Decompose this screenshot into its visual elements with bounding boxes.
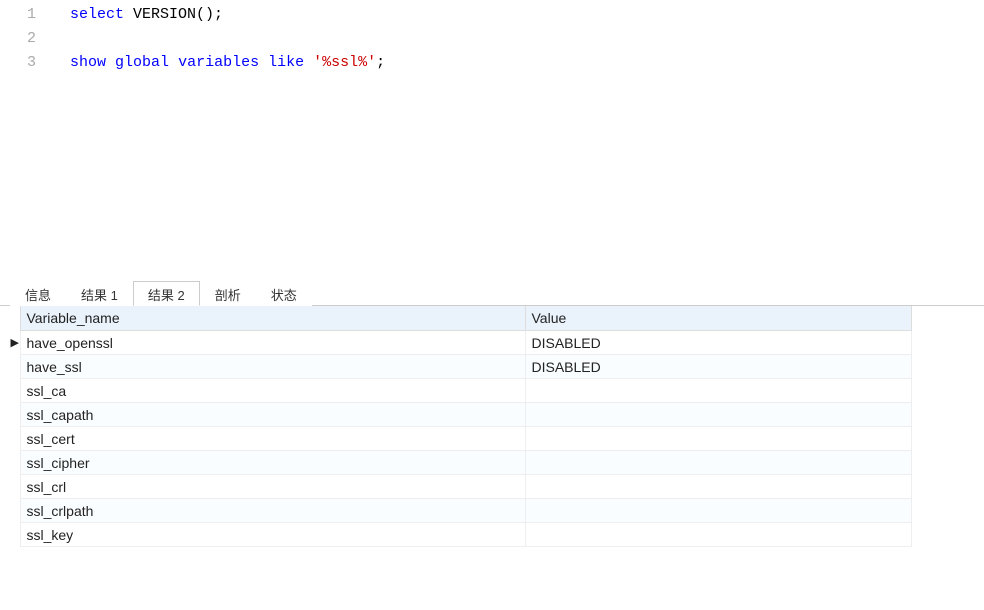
tab-3[interactable]: 剖析 (200, 281, 256, 306)
code-line[interactable]: show global variables like '%ssl%'; (70, 51, 984, 75)
column-header-variable-name[interactable]: Variable_name (20, 306, 525, 331)
cell-value (525, 523, 912, 547)
table-row[interactable]: ssl_cert (10, 427, 912, 451)
row-indicator (10, 499, 20, 523)
cell-variable-name: have_openssl (20, 331, 525, 355)
column-header-value[interactable]: Value (525, 306, 912, 331)
code-token (106, 54, 115, 71)
code-token (304, 54, 313, 71)
row-indicator (10, 427, 20, 451)
code-token: '%ssl%' (313, 54, 376, 71)
table-row[interactable]: ▶have_opensslDISABLED (10, 331, 912, 355)
row-indicator (10, 475, 20, 499)
cell-value (525, 451, 912, 475)
table-row[interactable]: ssl_capath (10, 403, 912, 427)
line-number: 1 (0, 3, 50, 27)
code-token: show (70, 54, 106, 71)
code-token: like (268, 54, 304, 71)
line-number: 2 (0, 27, 50, 51)
sql-editor[interactable]: 123 select VERSION(); show global variab… (0, 0, 984, 280)
table-row[interactable]: ssl_key (10, 523, 912, 547)
row-indicator (10, 451, 20, 475)
code-token: variables (178, 54, 259, 71)
row-indicator (10, 355, 20, 379)
line-number: 3 (0, 51, 50, 75)
tab-4[interactable]: 状态 (256, 281, 312, 306)
cell-value: DISABLED (525, 331, 912, 355)
tab-1[interactable]: 结果 1 (66, 281, 133, 306)
cell-value: DISABLED (525, 355, 912, 379)
results-table: Variable_name Value ▶have_opensslDISABLE… (10, 306, 912, 547)
row-indicator (10, 379, 20, 403)
line-number-gutter: 123 (0, 0, 50, 280)
tab-0[interactable]: 信息 (10, 281, 66, 306)
indicator-header (10, 306, 20, 331)
code-token: global (115, 54, 169, 71)
code-token (124, 6, 133, 23)
cell-value (525, 427, 912, 451)
cell-variable-name: ssl_cipher (20, 451, 525, 475)
cell-variable-name: ssl_capath (20, 403, 525, 427)
code-token: ; (376, 54, 385, 71)
code-token (169, 54, 178, 71)
row-indicator: ▶ (10, 331, 20, 355)
table-row[interactable]: ssl_crl (10, 475, 912, 499)
cell-value (525, 379, 912, 403)
results-pane: Variable_name Value ▶have_opensslDISABLE… (0, 306, 984, 547)
row-indicator (10, 523, 20, 547)
table-row[interactable]: ssl_cipher (10, 451, 912, 475)
cell-value (525, 499, 912, 523)
code-token: select (70, 6, 124, 23)
row-indicator (10, 403, 20, 427)
cell-variable-name: ssl_crl (20, 475, 525, 499)
table-row[interactable]: have_sslDISABLED (10, 355, 912, 379)
code-area[interactable]: select VERSION(); show global variables … (50, 0, 984, 280)
code-line[interactable]: select VERSION(); (70, 3, 984, 27)
tab-2[interactable]: 结果 2 (133, 281, 200, 306)
cell-variable-name: ssl_key (20, 523, 525, 547)
result-tabs: 信息结果 1结果 2剖析状态 (0, 280, 984, 306)
table-row[interactable]: ssl_crlpath (10, 499, 912, 523)
cell-value (525, 403, 912, 427)
code-token: VERSION (133, 6, 196, 23)
cell-value (525, 475, 912, 499)
code-line[interactable] (70, 27, 984, 51)
cell-variable-name: ssl_crlpath (20, 499, 525, 523)
code-token: (); (196, 6, 223, 23)
code-token (259, 54, 268, 71)
cell-variable-name: ssl_cert (20, 427, 525, 451)
cell-variable-name: ssl_ca (20, 379, 525, 403)
cell-variable-name: have_ssl (20, 355, 525, 379)
table-row[interactable]: ssl_ca (10, 379, 912, 403)
